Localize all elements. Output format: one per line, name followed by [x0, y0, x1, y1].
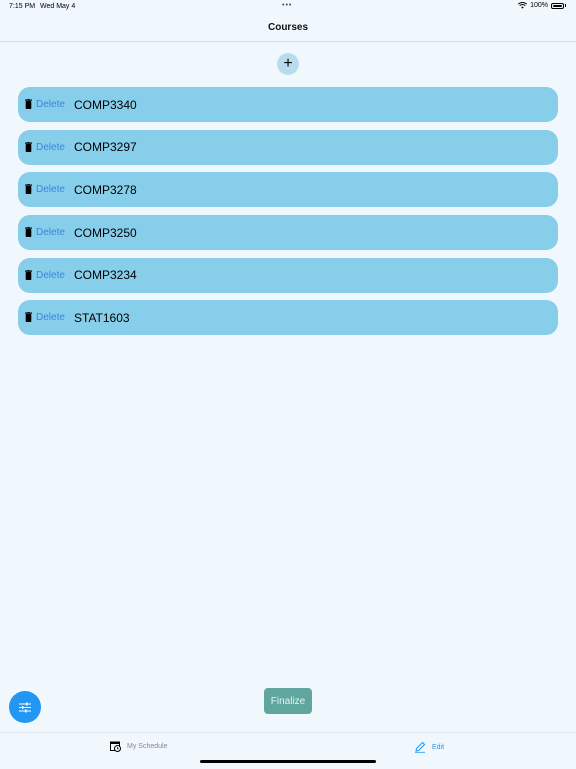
delete-button[interactable]: Delete [36, 270, 65, 281]
battery-percent: 100% [530, 2, 548, 9]
add-course-button[interactable]: + [277, 53, 299, 75]
course-row[interactable]: Delete COMP3340 [18, 87, 558, 122]
course-row[interactable]: Delete COMP3297 [18, 129, 558, 165]
tab-my-schedule[interactable]: My Schedule [110, 741, 167, 752]
course-name: COMP3340 [74, 97, 137, 112]
battery-tip [565, 4, 566, 7]
tab-label: My Schedule [127, 743, 168, 750]
delete-button[interactable]: Delete [36, 142, 65, 153]
delete-button[interactable]: Delete [36, 227, 65, 238]
trash-icon[interactable] [25, 227, 32, 238]
course-row[interactable]: Delete STAT1603 [18, 300, 558, 336]
trash-icon[interactable] [25, 312, 32, 323]
multitasking-dots[interactable]: ••• [282, 2, 292, 9]
delete-button[interactable]: Delete [36, 184, 65, 195]
trash-icon[interactable] [25, 184, 32, 195]
course-row[interactable]: Delete COMP3250 [18, 215, 558, 251]
status-date: Wed May 4 [40, 3, 76, 10]
trash-icon[interactable] [25, 269, 32, 280]
navigation-bar: Courses [0, 14, 576, 42]
home-indicator[interactable] [200, 760, 376, 763]
pencil-icon [415, 741, 426, 753]
course-name: COMP3278 [74, 182, 137, 197]
tab-edit[interactable]: Edit [414, 741, 444, 753]
tab-label: Edit [432, 743, 445, 751]
course-name: COMP3234 [74, 268, 137, 283]
battery-icon [551, 2, 564, 9]
delete-button[interactable]: Delete [36, 99, 65, 110]
finalize-button[interactable]: Finalize [264, 688, 312, 714]
course-row[interactable]: Delete COMP3234 [18, 257, 558, 293]
course-name: COMP3297 [74, 140, 137, 155]
course-row[interactable]: Delete COMP3278 [18, 172, 558, 208]
delete-button[interactable]: Delete [36, 312, 65, 323]
course-name: STAT1603 [74, 310, 130, 325]
sliders-icon [19, 702, 31, 712]
wifi-icon [518, 2, 528, 9]
status-time: 7:15 PM [9, 3, 36, 10]
tab-bar: My Schedule Edit [0, 732, 576, 769]
course-list: Delete COMP3340 Delete COMP3297 Delete C… [18, 87, 558, 343]
course-name: COMP3250 [74, 225, 137, 240]
page-title: Courses [267, 22, 308, 33]
trash-icon[interactable] [25, 99, 32, 109]
status-bar: 7:15 PM Wed May 4 ••• 100% [0, 0, 576, 14]
trash-icon[interactable] [25, 141, 32, 152]
filter-button[interactable] [9, 691, 41, 723]
schedule-icon [110, 741, 121, 752]
status-right: 100% [518, 2, 566, 9]
